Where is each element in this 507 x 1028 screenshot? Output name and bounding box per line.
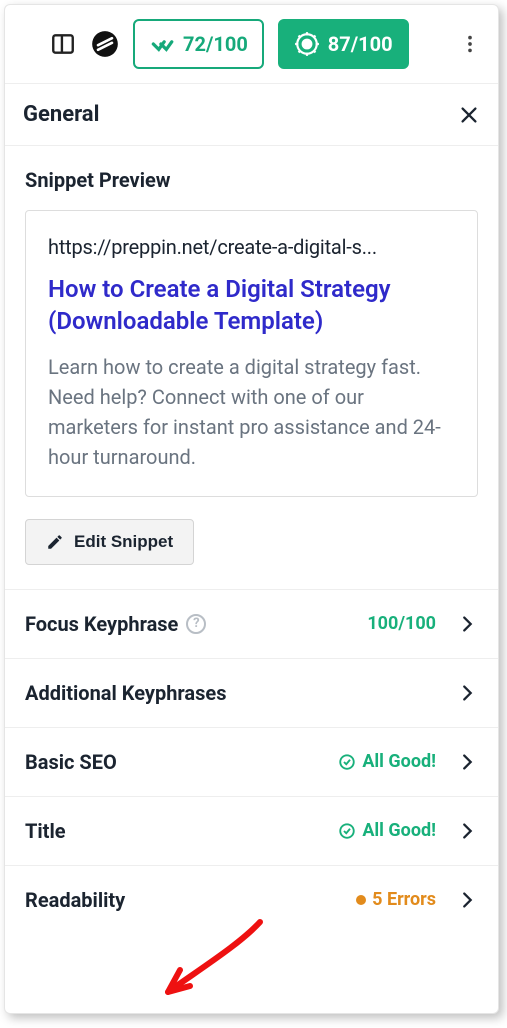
row-readability[interactable]: Readability 5 Errors <box>5 866 498 934</box>
snippet-preview-heading: Snippet Preview <box>25 168 478 192</box>
topbar: 72/100 87/100 <box>5 5 498 84</box>
section-title: General <box>23 102 99 127</box>
edit-snippet-label: Edit Snippet <box>74 532 173 552</box>
focus-keyphrase-label: Focus Keyphrase <box>25 612 178 636</box>
close-icon[interactable] <box>458 104 480 126</box>
chevron-right-icon <box>456 682 478 704</box>
section-header: General <box>5 84 498 146</box>
more-menu-icon[interactable] <box>458 32 482 56</box>
edit-snippet-button[interactable]: Edit Snippet <box>25 519 194 565</box>
check-circle-icon <box>338 753 356 771</box>
sidebar-toggle-icon[interactable] <box>49 30 77 58</box>
readability-label: Readability <box>25 888 125 912</box>
readability-score-value: 72/100 <box>183 32 248 56</box>
chevron-right-icon <box>456 889 478 911</box>
help-icon[interactable]: ? <box>186 614 206 634</box>
plugin-logo-icon[interactable] <box>91 30 119 58</box>
row-additional-keyphrases[interactable]: Additional Keyphrases <box>5 659 498 728</box>
title-row-label: Title <box>25 819 66 843</box>
snippet-card: https://preppin.net/create-a-digital-s..… <box>25 210 478 497</box>
focus-keyphrase-score: 100/100 <box>367 613 436 634</box>
readability-score-badge[interactable]: 72/100 <box>133 19 264 69</box>
readability-status: 5 Errors <box>356 889 436 910</box>
snippet-preview-section: Snippet Preview https://preppin.net/crea… <box>5 146 498 590</box>
seo-panel: 72/100 87/100 General Snippet Preview <box>4 4 499 1014</box>
seo-score-value: 87/100 <box>328 32 393 56</box>
row-title[interactable]: Title All Good! <box>5 797 498 866</box>
snippet-title-link[interactable]: How to Create a Digital Strategy (Downlo… <box>48 273 455 338</box>
row-basic-seo[interactable]: Basic SEO All Good! <box>5 728 498 797</box>
row-focus-keyphrase[interactable]: Focus Keyphrase ? 100/100 <box>5 590 498 659</box>
chevron-right-icon <box>456 751 478 773</box>
basic-seo-status: All Good! <box>338 751 436 772</box>
pencil-icon <box>46 533 64 551</box>
additional-keyphrases-label: Additional Keyphrases <box>25 681 226 705</box>
chevron-right-icon <box>456 820 478 842</box>
snippet-description: Learn how to create a digital strategy f… <box>48 352 455 472</box>
seo-score-badge[interactable]: 87/100 <box>278 19 409 69</box>
check-circle-icon <box>338 822 356 840</box>
title-row-status: All Good! <box>338 820 436 841</box>
basic-seo-label: Basic SEO <box>25 750 117 774</box>
warning-dot-icon <box>356 895 366 905</box>
chevron-right-icon <box>456 613 478 635</box>
snippet-url: https://preppin.net/create-a-digital-s..… <box>48 235 455 259</box>
